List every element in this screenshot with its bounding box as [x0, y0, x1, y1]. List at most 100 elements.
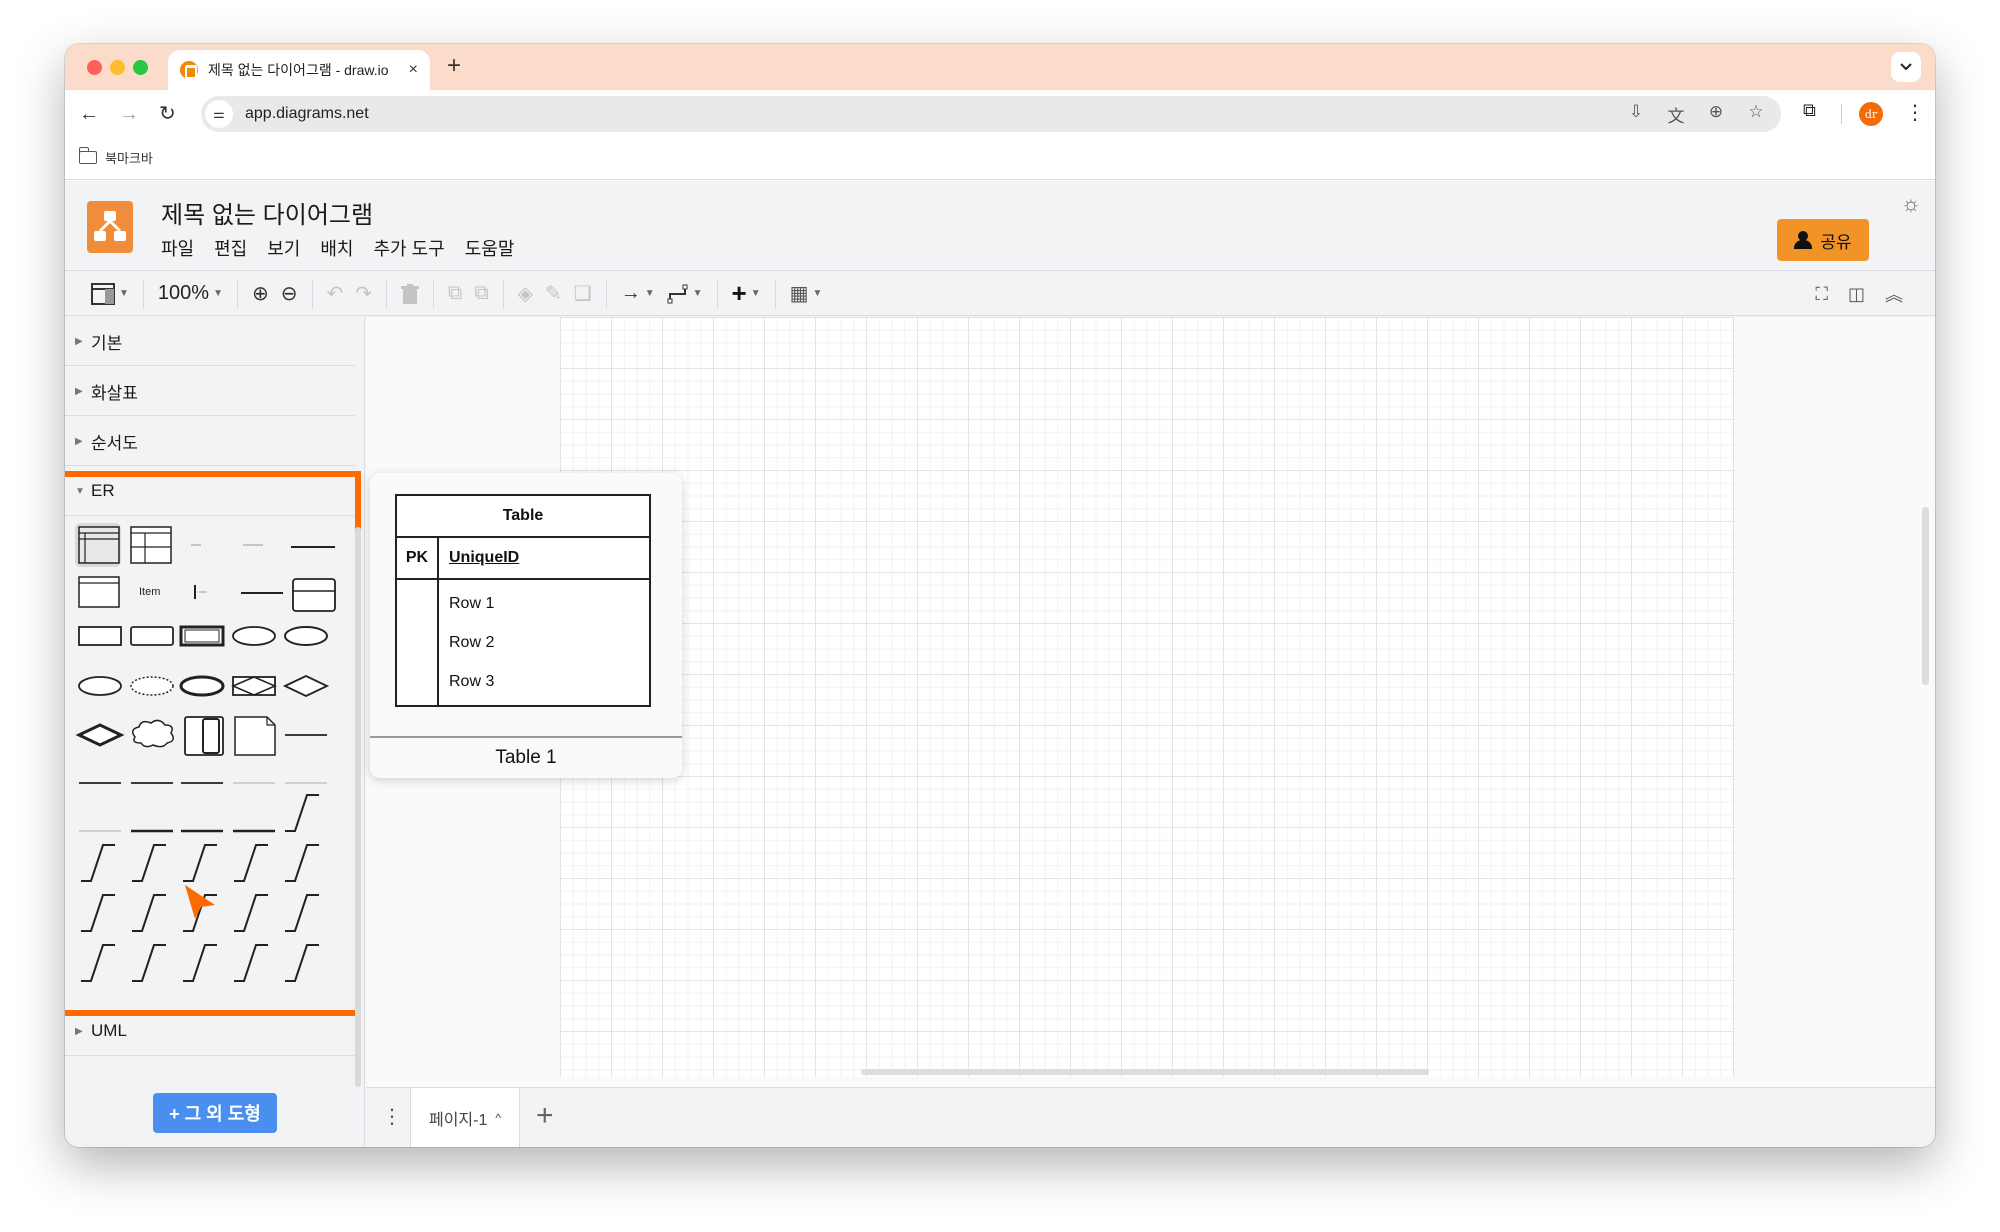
page-tabs-bar: ⋮ 페이지-1 ^ +	[366, 1087, 1935, 1147]
divider	[433, 278, 435, 309]
divider	[502, 278, 504, 309]
menu-bar: 파일 편집 보기 배치 추가 도구 도움말	[161, 235, 514, 261]
close-tab-icon[interactable]: ×	[409, 61, 418, 79]
divider	[142, 278, 144, 309]
profile-avatar[interactable]: dr	[1859, 102, 1883, 126]
address-bar[interactable]: ⚌ app.diagrams.net ⇩ 文 ⊕ ☆	[201, 96, 1781, 132]
sidebar-section-flowchart[interactable]: ▶ 순서도	[65, 417, 355, 466]
back-button[interactable]: ←	[79, 100, 99, 128]
shape-preview-tooltip: Table PK UniqueID Row 1 Row 2 Row 3 Tabl…	[370, 473, 682, 778]
pencil-icon: ✎	[544, 283, 562, 305]
drawio-app: 제목 없는 다이어그램 파일 편집 보기 배치 추가 도구 도움말 ☼ 공유 ▼	[65, 181, 1935, 1147]
to-front-button[interactable]: ⧉	[442, 278, 468, 310]
caret-icon: ▼	[692, 288, 703, 299]
omnibox-actions: ⇩ 文 ⊕ ☆	[1625, 102, 1767, 127]
menu-file[interactable]: 파일	[161, 235, 194, 261]
to-back-button[interactable]: ⧉	[468, 278, 494, 310]
url-text[interactable]: app.diagrams.net	[245, 105, 369, 123]
maximize-window-button[interactable]	[133, 60, 148, 75]
more-shapes-button[interactable]: + 그 외 도형	[153, 1093, 277, 1133]
redo-button[interactable]: ↷	[349, 278, 378, 310]
menu-extras[interactable]: 추가 도구	[374, 235, 445, 261]
bookmark-star-icon[interactable]: ☆	[1745, 102, 1767, 127]
add-page-button[interactable]: +	[536, 1100, 554, 1132]
to-front-icon: ⧉	[448, 282, 463, 304]
pages-menu-icon[interactable]: ⋮	[382, 1104, 402, 1130]
delete-button[interactable]	[395, 278, 425, 310]
fill-color-button[interactable]: ◈	[512, 278, 539, 310]
panel-icon: ◫	[1847, 283, 1865, 304]
table-icon: ▦	[789, 283, 809, 305]
section-label: UML	[91, 1021, 127, 1040]
bookmark-folder[interactable]: 북마크바	[78, 147, 153, 167]
expand-triangle-icon: ▶	[75, 385, 83, 397]
page-tab[interactable]: 페이지-1 ^	[410, 1088, 520, 1147]
waypoints-button[interactable]: ▼	[661, 278, 709, 310]
shadow-button[interactable]: ❑	[568, 278, 598, 310]
format-panel-button[interactable]: ▼	[85, 278, 135, 310]
bookmarks-bar: 북마크바	[65, 138, 1935, 180]
page-tab-label: 페이지-1	[428, 1112, 488, 1129]
browser-menu-icon[interactable]: ⋮	[1905, 100, 1925, 125]
preview-rows: Row 1 Row 2 Row 3	[397, 580, 649, 705]
connection-style-button[interactable]: → ▼	[615, 278, 661, 310]
format-toggle-button[interactable]: ◫	[1842, 278, 1871, 310]
navigation-bar: ← → ↻ ⚌ app.diagrams.net ⇩ 文 ⊕ ☆	[65, 90, 1935, 138]
share-button[interactable]: 공유	[1777, 219, 1869, 261]
preview-table: Table PK UniqueID Row 1 Row 2 Row 3	[395, 494, 651, 707]
zoom-out-icon: ⊖	[280, 283, 298, 305]
menu-edit[interactable]: 편집	[214, 235, 247, 261]
section-label: 기본	[91, 333, 123, 353]
sidebar-section-arrows[interactable]: ▶ 화살표	[65, 367, 355, 416]
zoom-in-button[interactable]: ⊕	[246, 278, 275, 310]
vertical-scrollbar[interactable]	[1922, 507, 1929, 685]
sidebar-section-uml[interactable]: ▶ UML	[65, 1007, 355, 1056]
plus-icon: +	[731, 278, 747, 308]
extensions-icon[interactable]: ⧉	[1803, 100, 1816, 121]
zoom-icon[interactable]: ⊕	[1705, 102, 1727, 127]
caret-icon: ▼	[644, 288, 655, 299]
preview-row: Row 3	[449, 672, 495, 690]
line-color-button[interactable]: ✎	[539, 278, 568, 310]
divider	[716, 278, 718, 309]
collapse-button[interactable]: ︽	[1879, 278, 1909, 310]
tab-title: 제목 없는 다이어그램 - draw.io	[208, 62, 389, 78]
browser-tab[interactable]: 제목 없는 다이어그램 - draw.io ×	[168, 50, 430, 90]
menu-help[interactable]: 도움말	[465, 235, 515, 261]
translate-icon[interactable]: 文	[1665, 102, 1687, 127]
preview-pk-row: PK UniqueID	[397, 538, 649, 580]
document-title[interactable]: 제목 없는 다이어그램	[161, 195, 373, 230]
app-header: 제목 없는 다이어그램 파일 편집 보기 배치 추가 도구 도움말 ☼ 공유	[65, 181, 1935, 271]
diagram-page[interactable]	[560, 317, 1734, 1077]
arrow-right-icon: →	[620, 282, 641, 304]
preview-pk-field: UniqueID	[449, 549, 520, 566]
theme-toggle-icon[interactable]: ☼	[1901, 191, 1921, 217]
caret-icon: ▼	[119, 288, 129, 299]
forward-button[interactable]: →	[119, 100, 139, 128]
horizontal-scrollbar[interactable]	[861, 1069, 1429, 1075]
zoom-out-button[interactable]: ⊖	[275, 278, 304, 310]
insert-button[interactable]: + ▼	[726, 278, 767, 310]
caret-icon: ▼	[750, 288, 761, 299]
tab-search-button[interactable]	[1891, 52, 1921, 82]
install-app-icon[interactable]: ⇩	[1625, 102, 1647, 127]
menu-arrange[interactable]: 배치	[320, 235, 353, 261]
menu-view[interactable]: 보기	[267, 235, 300, 261]
table-button[interactable]: ▦ ▼	[784, 278, 829, 310]
new-tab-button[interactable]: +	[447, 54, 461, 78]
sidebar-scrollbar[interactable]	[355, 527, 361, 1087]
folder-icon	[78, 147, 97, 164]
reload-button[interactable]: ↻	[159, 100, 176, 128]
minimize-window-button[interactable]	[110, 60, 125, 75]
preview-row: Row 1	[449, 594, 495, 612]
site-info-icon[interactable]: ⚌	[205, 100, 233, 128]
orthogonal-connector-icon	[667, 284, 688, 303]
bookmark-label: 북마크바	[105, 151, 153, 166]
close-window-button[interactable]	[87, 60, 102, 75]
chevron-up-icon[interactable]: ^	[495, 1111, 501, 1125]
undo-button[interactable]: ↶	[321, 278, 350, 310]
zoom-select[interactable]: 100% ▼	[152, 278, 229, 310]
to-back-icon: ⧉	[474, 282, 489, 304]
fullscreen-button[interactable]: ⛶	[1809, 278, 1834, 310]
sidebar-section-general[interactable]: ▶ 기본	[65, 317, 355, 366]
